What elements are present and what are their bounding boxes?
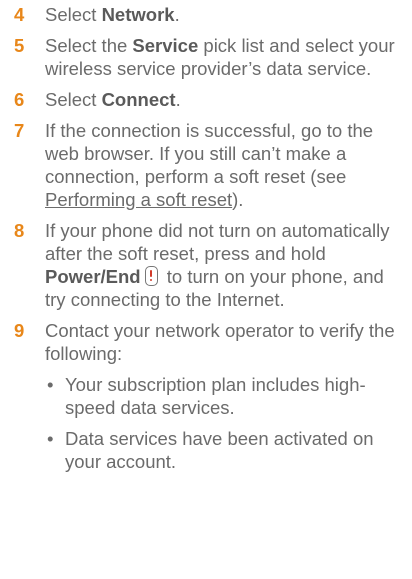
step-9: 9 Contact your network operator to verif… xyxy=(12,319,400,473)
steps-list: 4 Select Network. 5 Select the Service p… xyxy=(12,3,400,473)
service-pick-list-label: Service xyxy=(132,35,199,56)
step-text: Select the xyxy=(45,35,133,56)
list-item: • Data services have been activated on y… xyxy=(45,427,400,473)
step-6: 6 Select Connect. xyxy=(12,88,400,111)
step-8: 8 If your phone did not turn on automati… xyxy=(12,219,400,311)
bullet-text: Your subscription plan includes high-spe… xyxy=(65,374,366,418)
step-text: Select xyxy=(45,89,102,110)
step-text: Select xyxy=(45,4,102,25)
step-number: 8 xyxy=(14,220,25,241)
step-text: . xyxy=(174,4,180,25)
step-number: 5 xyxy=(14,35,25,56)
step-number: 7 xyxy=(14,120,25,141)
soft-reset-link[interactable]: Performing a soft reset xyxy=(45,189,232,210)
step-text: ). xyxy=(232,189,244,210)
instructions-page: 4 Select Network. 5 Select the Service p… xyxy=(0,0,412,579)
step-text: Contact your network operator to verify … xyxy=(45,320,395,364)
network-option-label: Network xyxy=(101,4,175,25)
step-text: If the connection is successful, go to t… xyxy=(45,120,374,187)
bullet-icon: • xyxy=(47,374,54,395)
list-item: • Your subscription plan includes high-s… xyxy=(45,373,400,419)
step-text: . xyxy=(175,89,181,110)
bullet-icon: • xyxy=(47,428,54,449)
step-text: If your phone did not turn on automatica… xyxy=(45,220,390,264)
step-number: 6 xyxy=(14,89,25,110)
step-5: 5 Select the Service pick list and selec… xyxy=(12,34,400,80)
connect-button-label: Connect xyxy=(101,89,176,110)
step-number: 9 xyxy=(14,320,25,341)
step-7: 7 If the connection is successful, go to… xyxy=(12,119,400,211)
bullet-text: Data services have been activated on you… xyxy=(65,428,374,472)
step-4: 4 Select Network. xyxy=(12,3,400,26)
power-end-key-icon xyxy=(144,266,158,286)
power-end-label: Power/End xyxy=(45,266,141,287)
step-number: 4 xyxy=(14,4,25,25)
verify-list: • Your subscription plan includes high-s… xyxy=(45,373,400,473)
